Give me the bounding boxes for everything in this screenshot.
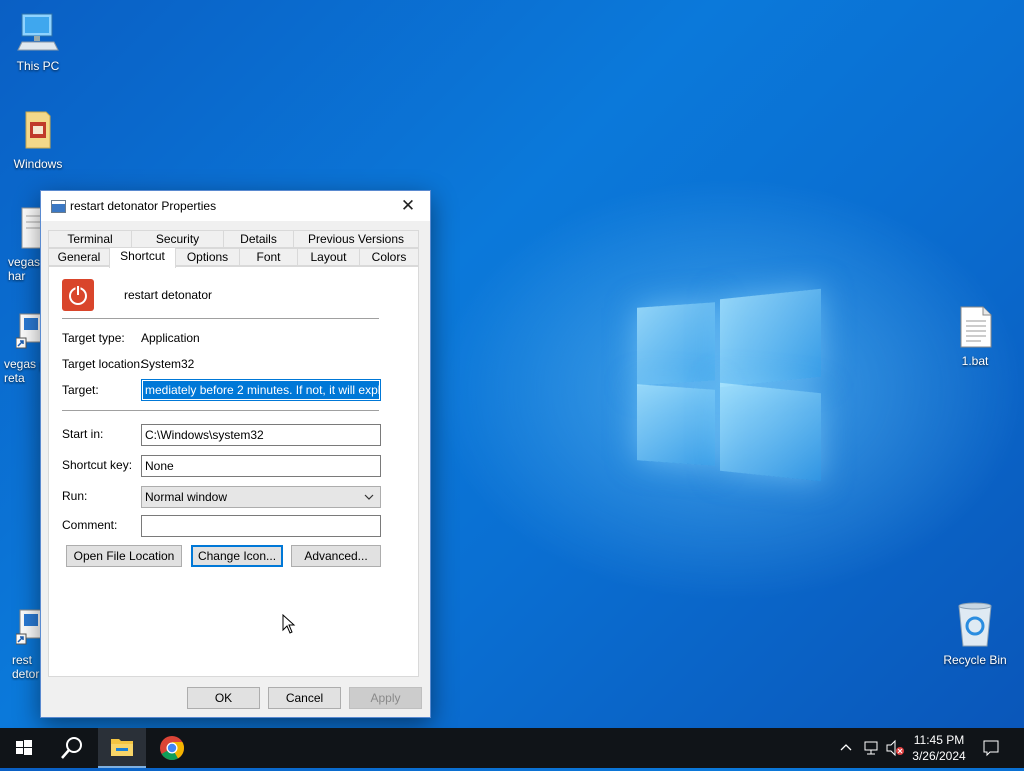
desktop-icon-label: Windows bbox=[13, 157, 63, 171]
dialog-title: restart detonator Properties bbox=[70, 199, 217, 213]
run-select[interactable]: Normal window bbox=[141, 486, 381, 508]
window-icon bbox=[51, 200, 66, 213]
network-icon bbox=[864, 741, 878, 755]
computer-icon bbox=[0, 10, 76, 57]
windows-logo-icon bbox=[16, 740, 32, 755]
folder-icon bbox=[0, 108, 76, 155]
shortcut-icon bbox=[15, 608, 42, 651]
tab-font[interactable]: Font bbox=[239, 248, 298, 266]
recycle-bin-icon bbox=[937, 602, 1013, 651]
start-in-label: Start in: bbox=[62, 427, 104, 441]
target-label: Target: bbox=[62, 383, 99, 397]
target-location-value: System32 bbox=[141, 357, 195, 371]
file-explorer-icon bbox=[111, 739, 133, 756]
chrome-button[interactable] bbox=[148, 728, 196, 768]
chevron-down-icon bbox=[364, 487, 374, 507]
change-icon-button[interactable]: Change Icon... bbox=[191, 545, 283, 567]
tab-layout[interactable]: Layout bbox=[297, 248, 360, 266]
advanced-button[interactable]: Advanced... bbox=[291, 545, 381, 567]
target-input-value: mediately before 2 minutes. If not, it w… bbox=[143, 381, 379, 399]
target-location-label: Target location: bbox=[62, 357, 144, 371]
chrome-icon bbox=[160, 736, 185, 761]
document-icon bbox=[20, 206, 40, 253]
start-button[interactable] bbox=[0, 728, 48, 768]
tab-terminal[interactable]: Terminal bbox=[48, 230, 132, 248]
dialog-titlebar[interactable]: restart detonator Properties ✕ bbox=[41, 191, 430, 221]
apply-button[interactable]: Apply bbox=[349, 687, 422, 709]
ok-button[interactable]: OK bbox=[187, 687, 260, 709]
run-label: Run: bbox=[62, 489, 88, 503]
desktop-icon-1-bat[interactable]: 1.bat bbox=[937, 305, 1013, 368]
clock-date: 3/26/2024 bbox=[912, 749, 966, 763]
tab-security[interactable]: Security bbox=[131, 230, 224, 248]
tab-colors[interactable]: Colors bbox=[359, 248, 419, 266]
desktop-icon-restart-detonator[interactable]: rest detor bbox=[0, 608, 42, 681]
divider bbox=[62, 318, 379, 319]
volume-button[interactable] bbox=[885, 739, 905, 760]
clock[interactable]: 11:45 PM 3/26/2024 bbox=[908, 732, 970, 764]
desktop-icon-label: 1.bat bbox=[961, 354, 989, 368]
tab-general[interactable]: General bbox=[48, 248, 110, 266]
cancel-button[interactable]: Cancel bbox=[268, 687, 341, 709]
target-type-value: Application bbox=[141, 331, 200, 345]
show-hidden-icons-button[interactable] bbox=[838, 740, 854, 759]
desktop-icon-vegas-hard[interactable]: vegas har bbox=[0, 206, 40, 283]
shortcut-key-input[interactable]: None bbox=[141, 455, 381, 477]
tab-details[interactable]: Details bbox=[223, 230, 294, 248]
shortcut-icon bbox=[15, 312, 42, 355]
action-center-button[interactable] bbox=[982, 739, 1000, 760]
close-button[interactable]: ✕ bbox=[386, 191, 430, 221]
open-file-location-button[interactable]: Open File Location bbox=[66, 545, 182, 567]
batch-file-icon bbox=[937, 305, 1013, 352]
tab-shortcut[interactable]: Shortcut bbox=[109, 247, 176, 268]
start-in-input[interactable]: C:\Windows\system32 bbox=[141, 424, 381, 446]
desktop-icon-recycle-bin[interactable]: Recycle Bin bbox=[937, 602, 1013, 667]
network-button[interactable] bbox=[862, 739, 880, 760]
mouse-cursor-icon bbox=[282, 613, 296, 637]
clock-time: 11:45 PM bbox=[913, 733, 965, 747]
file-explorer-button[interactable] bbox=[98, 728, 146, 768]
desktop-icon-vegas-p-reta[interactable]: vegas p reta bbox=[0, 312, 42, 385]
desktop-icon-label: rest detor bbox=[12, 653, 40, 681]
search-icon bbox=[61, 737, 82, 759]
shortcut-name: restart detonator bbox=[124, 288, 213, 302]
volume-muted-icon bbox=[886, 739, 904, 757]
divider bbox=[62, 410, 379, 411]
power-icon bbox=[62, 279, 94, 311]
desktop-icon-this-pc[interactable]: This PC bbox=[0, 10, 76, 73]
tab-previous-versions[interactable]: Previous Versions bbox=[293, 230, 419, 248]
tab-options[interactable]: Options bbox=[175, 248, 240, 266]
chevron-up-icon bbox=[840, 744, 852, 751]
desktop-icon-windows-folder[interactable]: Windows bbox=[0, 108, 76, 171]
desktop-icon-label: Recycle Bin bbox=[943, 653, 1007, 667]
comment-label: Comment: bbox=[62, 518, 118, 532]
desktop-icon-label: vegas har bbox=[8, 255, 40, 283]
shortcut-key-label: Shortcut key: bbox=[62, 458, 133, 472]
run-select-value: Normal window bbox=[145, 490, 228, 504]
taskbar: 11:45 PM 3/26/2024 bbox=[0, 728, 1024, 768]
close-icon: ✕ bbox=[400, 196, 416, 215]
search-button[interactable] bbox=[48, 728, 96, 768]
target-type-label: Target type: bbox=[62, 331, 125, 345]
target-input[interactable]: mediately before 2 minutes. If not, it w… bbox=[141, 379, 381, 401]
desktop-icon-label: vegas p reta bbox=[4, 357, 42, 385]
notification-icon bbox=[983, 740, 999, 757]
comment-input[interactable] bbox=[141, 515, 381, 537]
desktop-icon-label: This PC bbox=[16, 59, 60, 73]
